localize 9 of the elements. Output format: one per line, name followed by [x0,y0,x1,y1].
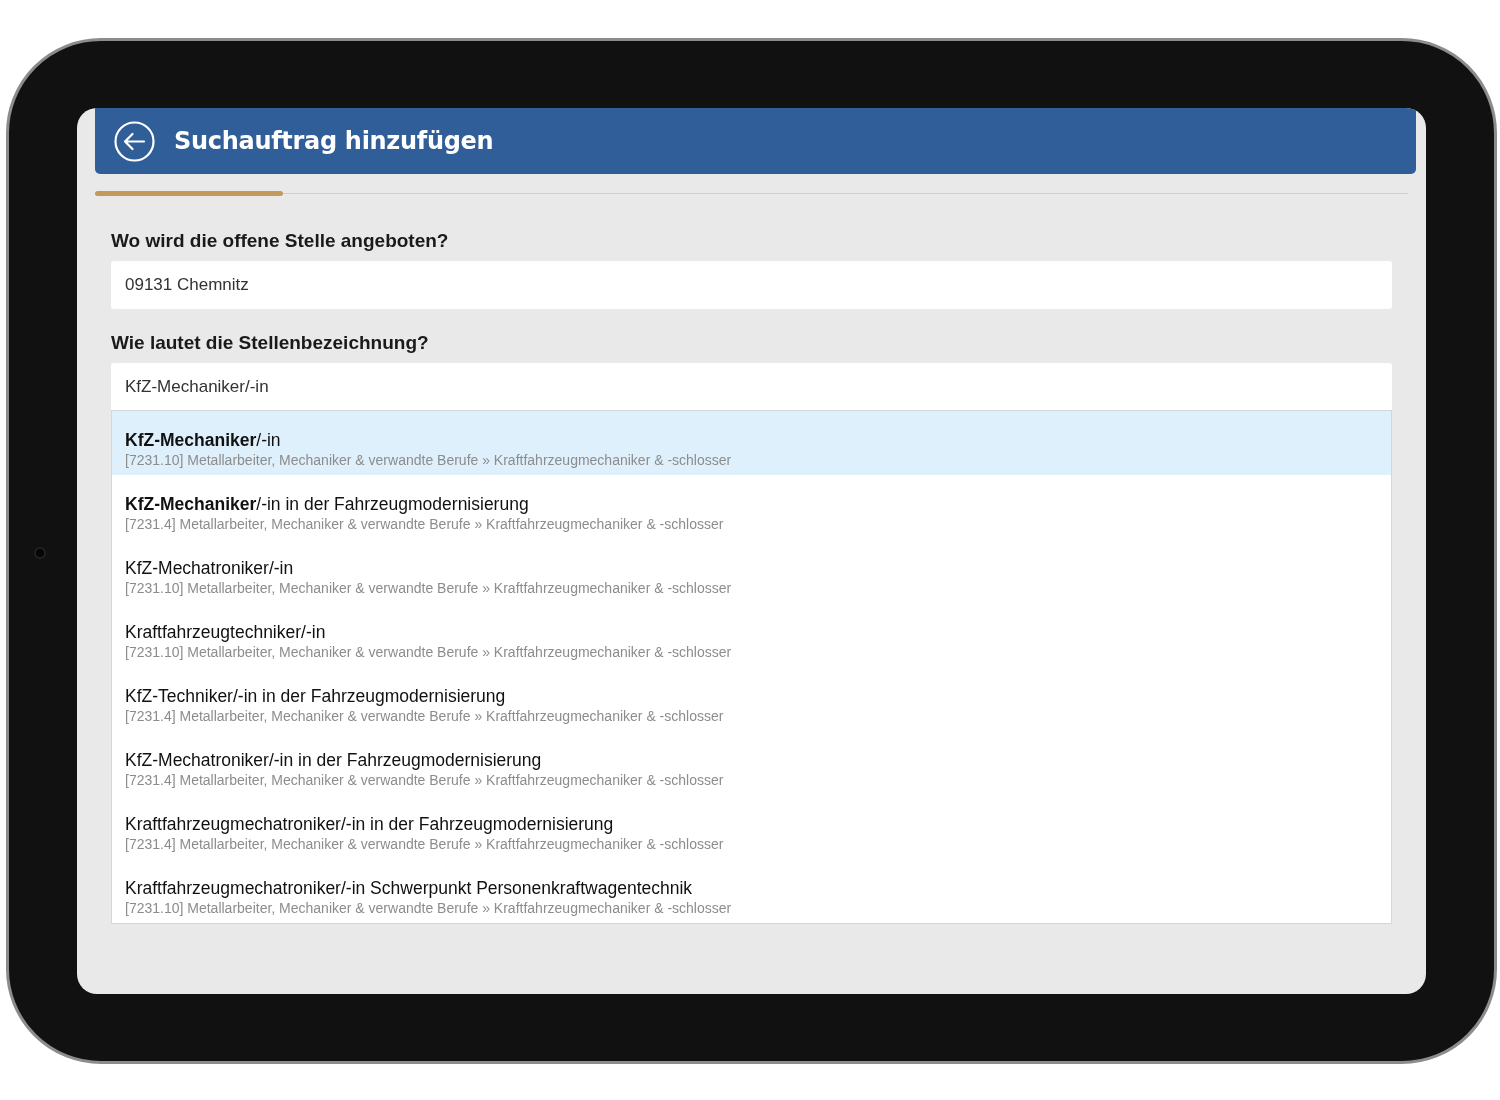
job-title-field[interactable]: KfZ-Mechaniker/-in [111,363,1392,410]
page-title: Suchauftrag hinzufügen [174,126,494,156]
arrow-left-icon [114,120,155,162]
camera-icon [34,547,46,559]
location-field[interactable]: 09131 Chemnitz [111,261,1392,309]
field-label: Wo wird die offene Stelle angeboten? [111,229,449,253]
field-label: Wie lautet die Stellenbezeichnung? [111,331,429,355]
suggestion-item[interactable]: KfZ-Mechaniker/-in [7231.10] Metallarbeiter, Mechaniker & verwandte Berufe » Kraftfahrzeugmechaniker & -schlosser [112,411,1391,475]
back-button[interactable] [114,120,155,162]
